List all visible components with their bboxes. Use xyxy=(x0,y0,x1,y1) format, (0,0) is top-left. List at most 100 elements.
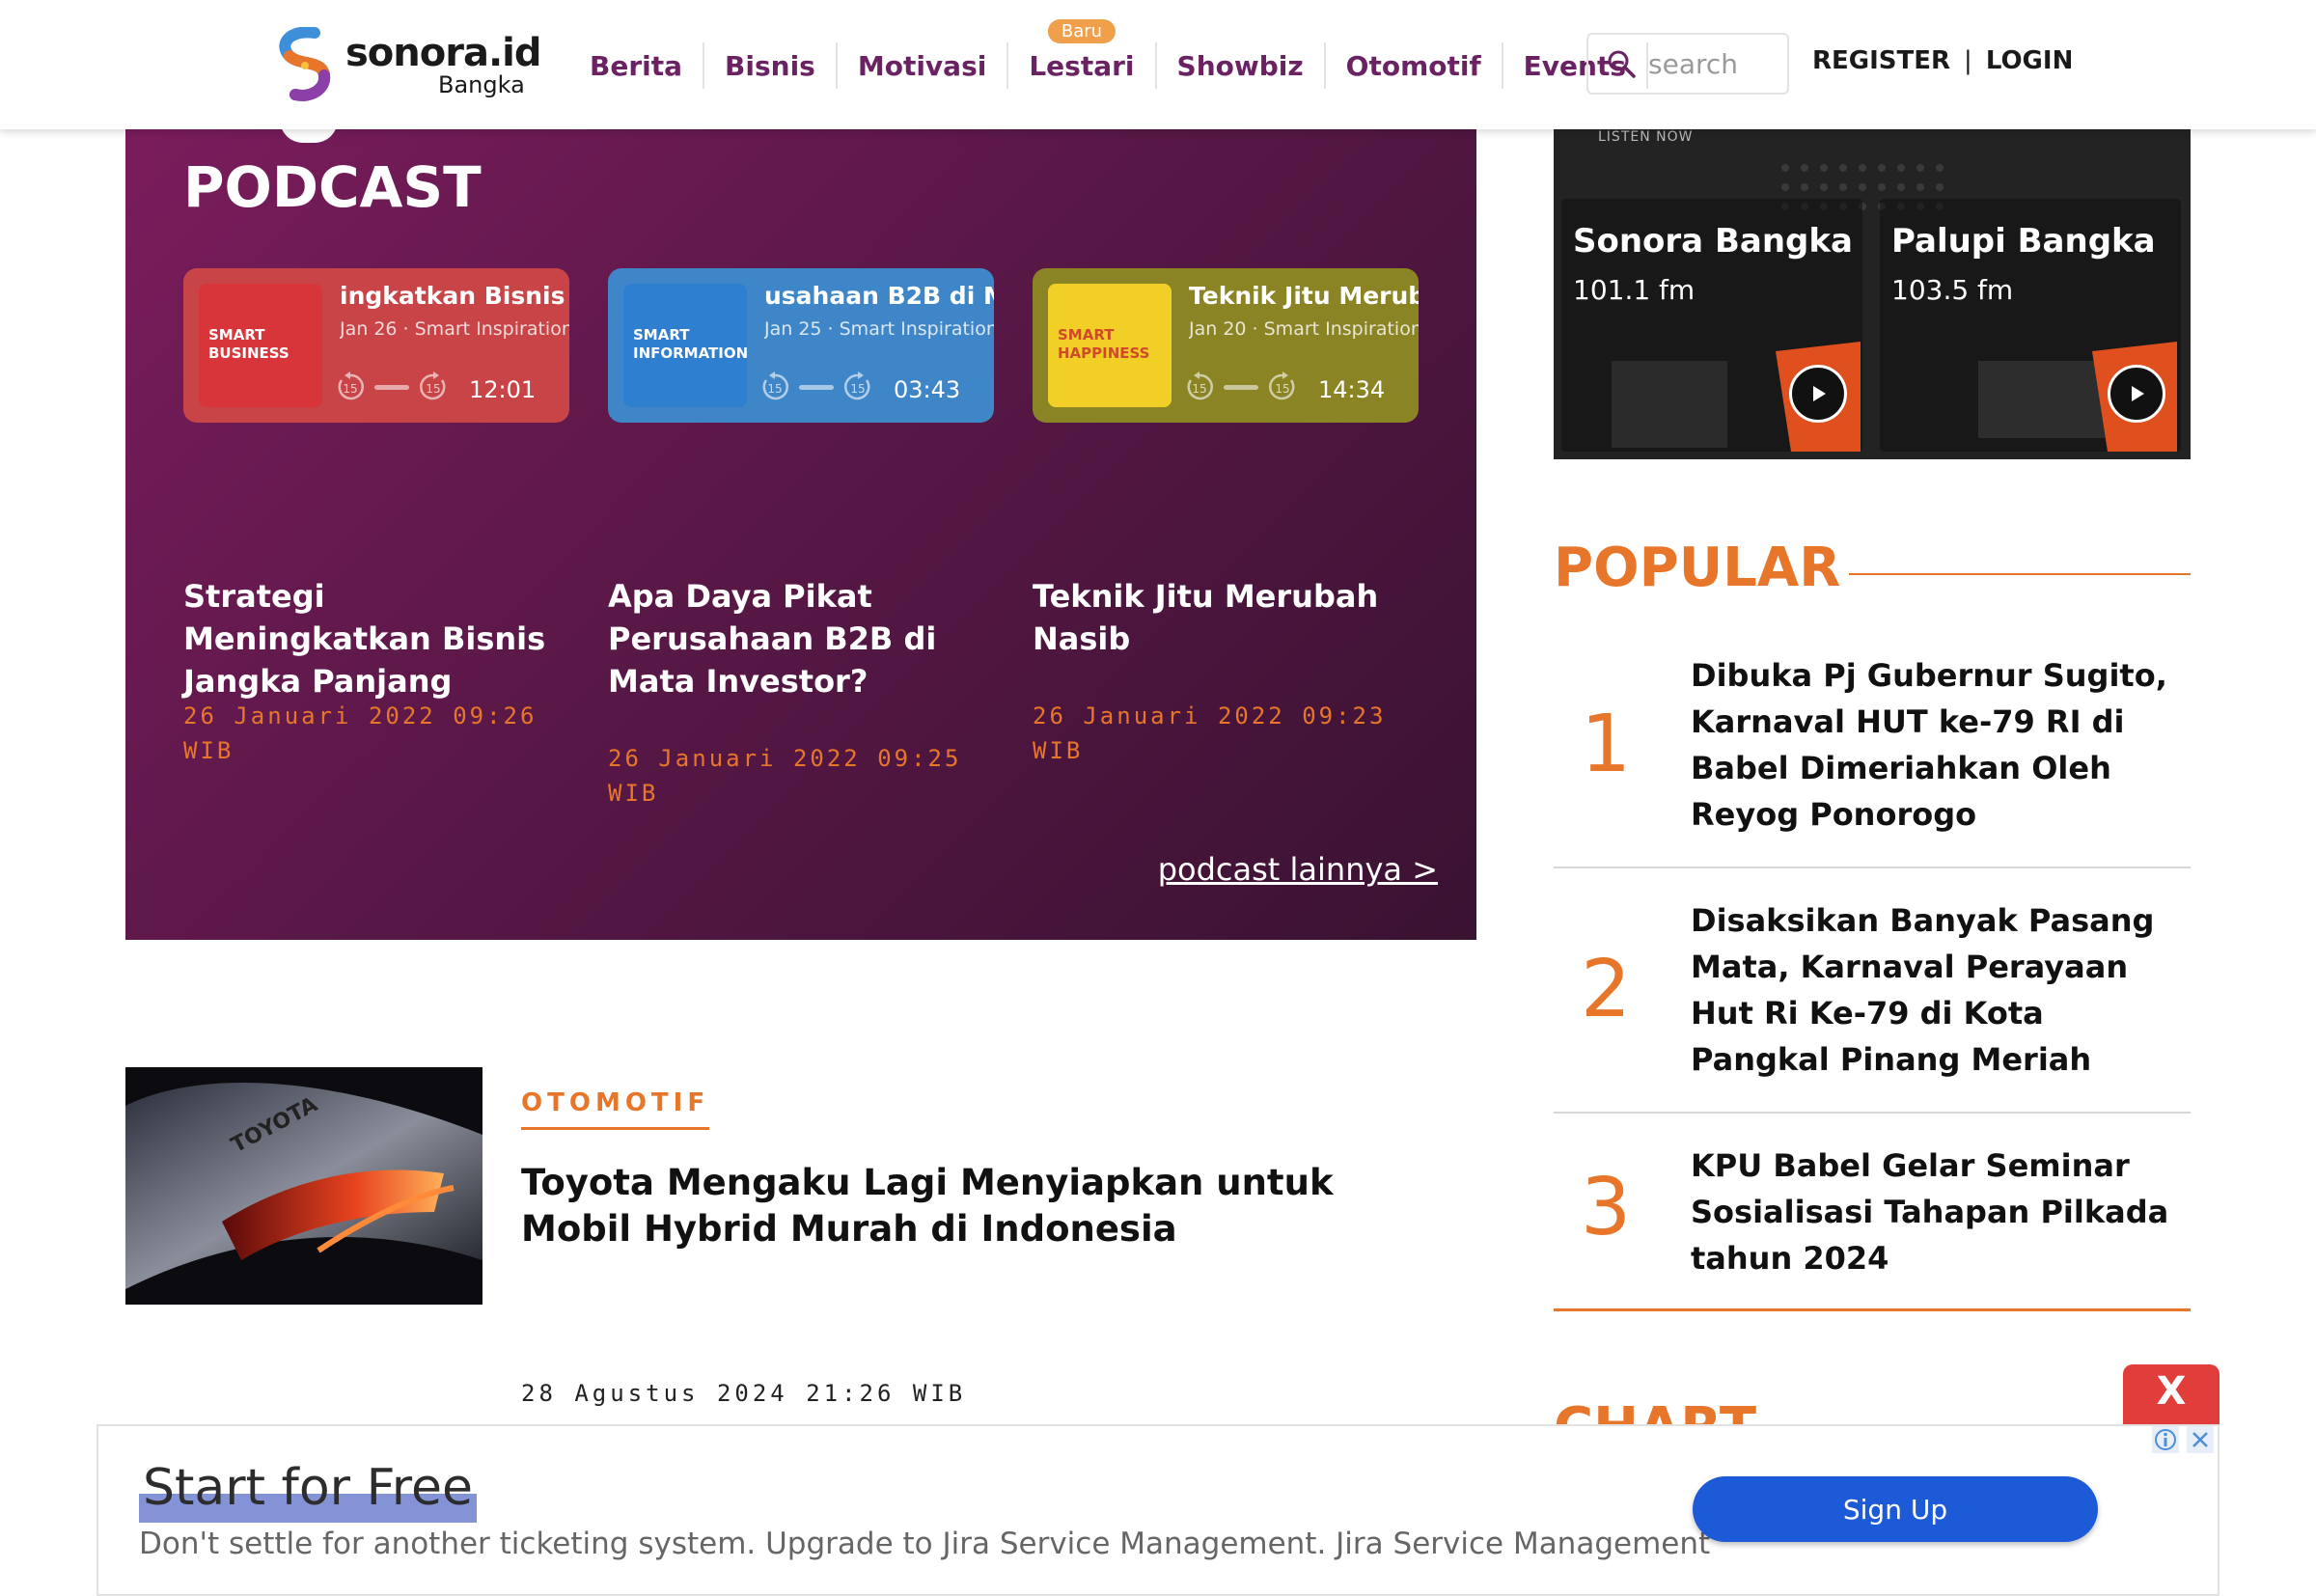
listen-now-label: LISTEN NOW xyxy=(1598,129,1694,145)
popular-item[interactable]: 2 Disaksikan Banyak Pasang Mata, Karnava… xyxy=(1554,895,2191,1114)
brand-region: Bangka xyxy=(438,71,525,98)
podcast-episode-meta: Jan 25 · Smart Inspiration xyxy=(764,318,994,340)
car-taillight-image: TOYOTA xyxy=(125,1067,482,1305)
podcast-episode-title: ingkatkan Bisnis Ja xyxy=(340,282,569,310)
station-palupi[interactable]: Palupi Bangka 103.5 fm xyxy=(1891,222,2181,306)
popular-bottom-rule xyxy=(1554,1308,2191,1311)
ad-close-icon[interactable] xyxy=(2187,1426,2214,1453)
forward-15-icon[interactable]: 15 xyxy=(1266,371,1299,403)
popular-headline[interactable]: Dibuka Pj Gubernur Sugito, Karnaval HUT … xyxy=(1691,652,2192,838)
forward-15-icon[interactable]: 15 xyxy=(417,371,450,403)
station-name: Sonora Bangka xyxy=(1573,222,1853,261)
podcast-player-card[interactable]: SMART INFORMATION usahaan B2B di Ma Jan … xyxy=(608,268,994,423)
podcast-headline[interactable]: Strategi Meningkatkan Bisnis Jangka Panj… xyxy=(183,575,569,702)
popular-rank: 1 xyxy=(1581,699,1632,790)
article-thumbnail[interactable]: TOYOTA xyxy=(125,1067,482,1305)
podcast-cover-label: SMART HAPPINESS xyxy=(1058,326,1150,362)
podcast-player-card[interactable]: SMART HAPPINESS Teknik Jitu Meruba Jan 2… xyxy=(1033,268,1419,423)
podcast-episode-title: usahaan B2B di Ma xyxy=(764,282,994,310)
podcast-episode-title: Teknik Jitu Meruba xyxy=(1189,282,1419,310)
sonora-logo-icon xyxy=(279,27,331,101)
podcast-headline[interactable]: Apa Daya Pikat Perusahaan B2B di Mata In… xyxy=(608,575,994,702)
podcast-controls: 15 15 xyxy=(758,371,874,403)
podcast-cover: SMART INFORMATION xyxy=(623,284,749,407)
podcast-duration: 14:34 xyxy=(1318,376,1386,403)
ad-headline[interactable]: Start for Free xyxy=(139,1459,477,1523)
chart-lagu-heading: CHART LAGU xyxy=(1554,1390,1940,1424)
podcast-cover: SMART HAPPINESS xyxy=(1048,284,1172,407)
nav-label: Motivasi xyxy=(857,49,987,82)
skip-label: 15 xyxy=(767,382,782,396)
rewind-15-icon[interactable]: 15 xyxy=(334,371,367,403)
auth-separator: | xyxy=(1964,46,1972,75)
search-input[interactable] xyxy=(1648,47,1783,80)
chart-lagu-title: CHART LAGU xyxy=(1554,1390,1940,1424)
play-icon xyxy=(2132,386,2144,401)
nav-item-otomotif[interactable]: Otomotif xyxy=(1326,42,1503,89)
station-sonora[interactable]: Sonora Bangka 101.1 fm xyxy=(1573,222,1862,306)
play-icon xyxy=(1813,386,1826,401)
forward-15-icon[interactable]: 15 xyxy=(841,371,874,403)
play-button[interactable] xyxy=(1789,365,1847,423)
popular-item[interactable]: 1 Dibuka Pj Gubernur Sugito, Karnaval HU… xyxy=(1554,650,2191,868)
register-link[interactable]: REGISTER xyxy=(1812,46,1950,75)
station-frequency: 103.5 fm xyxy=(1891,274,2014,306)
article-title[interactable]: Toyota Mengaku Lagi Menyiapkan untuk Mob… xyxy=(521,1160,1428,1252)
sticky-ad-banner[interactable]: Start for Free Don't settle for another … xyxy=(96,1424,2220,1596)
podcast-player-card[interactable]: SMART BUSINESS ingkatkan Bisnis Ja Jan 2… xyxy=(183,268,569,423)
podcast-cover-label: SMART INFORMATION xyxy=(633,326,749,362)
skip-label: 15 xyxy=(850,382,865,396)
podcast-episode-meta: Jan 20 · Smart Inspiration xyxy=(1189,318,1419,340)
podcast-date: 26 Januari 2022 09:25 WIB xyxy=(608,745,962,807)
nav-item-lestari[interactable]: Baru Lestari xyxy=(1008,19,1157,89)
article-category[interactable]: OTOMOTIF xyxy=(521,1088,710,1130)
rewind-15-icon[interactable]: 15 xyxy=(1183,371,1216,403)
brand-name: sonora.id xyxy=(345,31,542,75)
nav-label: Showbiz xyxy=(1176,49,1304,82)
skip-label: 15 xyxy=(1275,382,1289,396)
main-nav: Berita Bisnis Motivasi Baru Lestari Show… xyxy=(569,19,1649,91)
more-podcasts-link[interactable]: podcast lainnya > xyxy=(1158,851,1438,888)
podcast-controls: 15 15 xyxy=(334,371,450,403)
podcast-date: 26 Januari 2022 09:26 WIB xyxy=(183,702,538,764)
site-header: sonora.id Bangka Berita Bisnis Motivasi … xyxy=(0,0,2316,129)
skip-label: 15 xyxy=(343,382,357,396)
podcast-duration: 12:01 xyxy=(469,376,537,403)
popular-divider xyxy=(1849,573,2191,575)
nav-item-bisnis[interactable]: Bisnis xyxy=(704,42,838,89)
ad-body[interactable]: Don't settle for another ticketing syste… xyxy=(139,1527,1710,1561)
popular-headline[interactable]: KPU Babel Gelar Seminar Sosialisasi Taha… xyxy=(1691,1142,2192,1281)
nav-label: Lestari xyxy=(1029,49,1135,82)
ad-info-icon[interactable] xyxy=(2152,1426,2179,1453)
close-ad-button[interactable]: X xyxy=(2123,1364,2220,1426)
play-button[interactable] xyxy=(2108,365,2165,423)
podcast-date: 26 Januari 2022 09:23 WIB xyxy=(1033,702,1387,764)
skip-label: 15 xyxy=(426,382,440,396)
article-date: 28 Agustus 2024 21:26 WIB xyxy=(521,1380,967,1407)
podcast-controls: 15 15 xyxy=(1183,371,1299,403)
progress-bar[interactable] xyxy=(799,384,834,390)
popular-rank: 2 xyxy=(1581,944,1632,1035)
podcast-cover-label: SMART BUSINESS xyxy=(208,326,290,362)
popular-headline[interactable]: Disaksikan Banyak Pasang Mata, Karnaval … xyxy=(1691,897,2192,1083)
popular-item[interactable]: 3 KPU Babel Gelar Seminar Sosialisasi Ta… xyxy=(1554,1141,2191,1308)
rewind-15-icon[interactable]: 15 xyxy=(758,371,791,403)
nav-item-showbiz[interactable]: Showbiz xyxy=(1157,42,1326,89)
site-logo[interactable]: sonora.id Bangka xyxy=(276,27,542,104)
podcast-duration: 03:43 xyxy=(894,376,961,403)
popular-rank: 3 xyxy=(1581,1162,1632,1253)
search-box[interactable] xyxy=(1586,33,1789,95)
podcast-headline[interactable]: Teknik Jitu Merubah Nasib xyxy=(1033,575,1419,660)
progress-bar[interactable] xyxy=(1224,384,1258,390)
nav-label: Bisnis xyxy=(725,49,815,82)
radio-stations-panel: LISTEN NOW Sonora Bangka 101.1 fm Palupi… xyxy=(1554,129,2191,459)
progress-bar[interactable] xyxy=(374,384,409,390)
ad-signup-button[interactable]: Sign Up xyxy=(1693,1476,2098,1542)
nav-item-berita[interactable]: Berita xyxy=(569,42,705,89)
popular-title: POPULAR xyxy=(1554,537,1841,599)
login-link[interactable]: LOGIN xyxy=(1986,46,2074,75)
search-icon xyxy=(1608,50,1636,78)
nav-item-motivasi[interactable]: Motivasi xyxy=(838,42,1009,89)
podcast-cover: SMART BUSINESS xyxy=(199,284,322,407)
skip-label: 15 xyxy=(1192,382,1206,396)
